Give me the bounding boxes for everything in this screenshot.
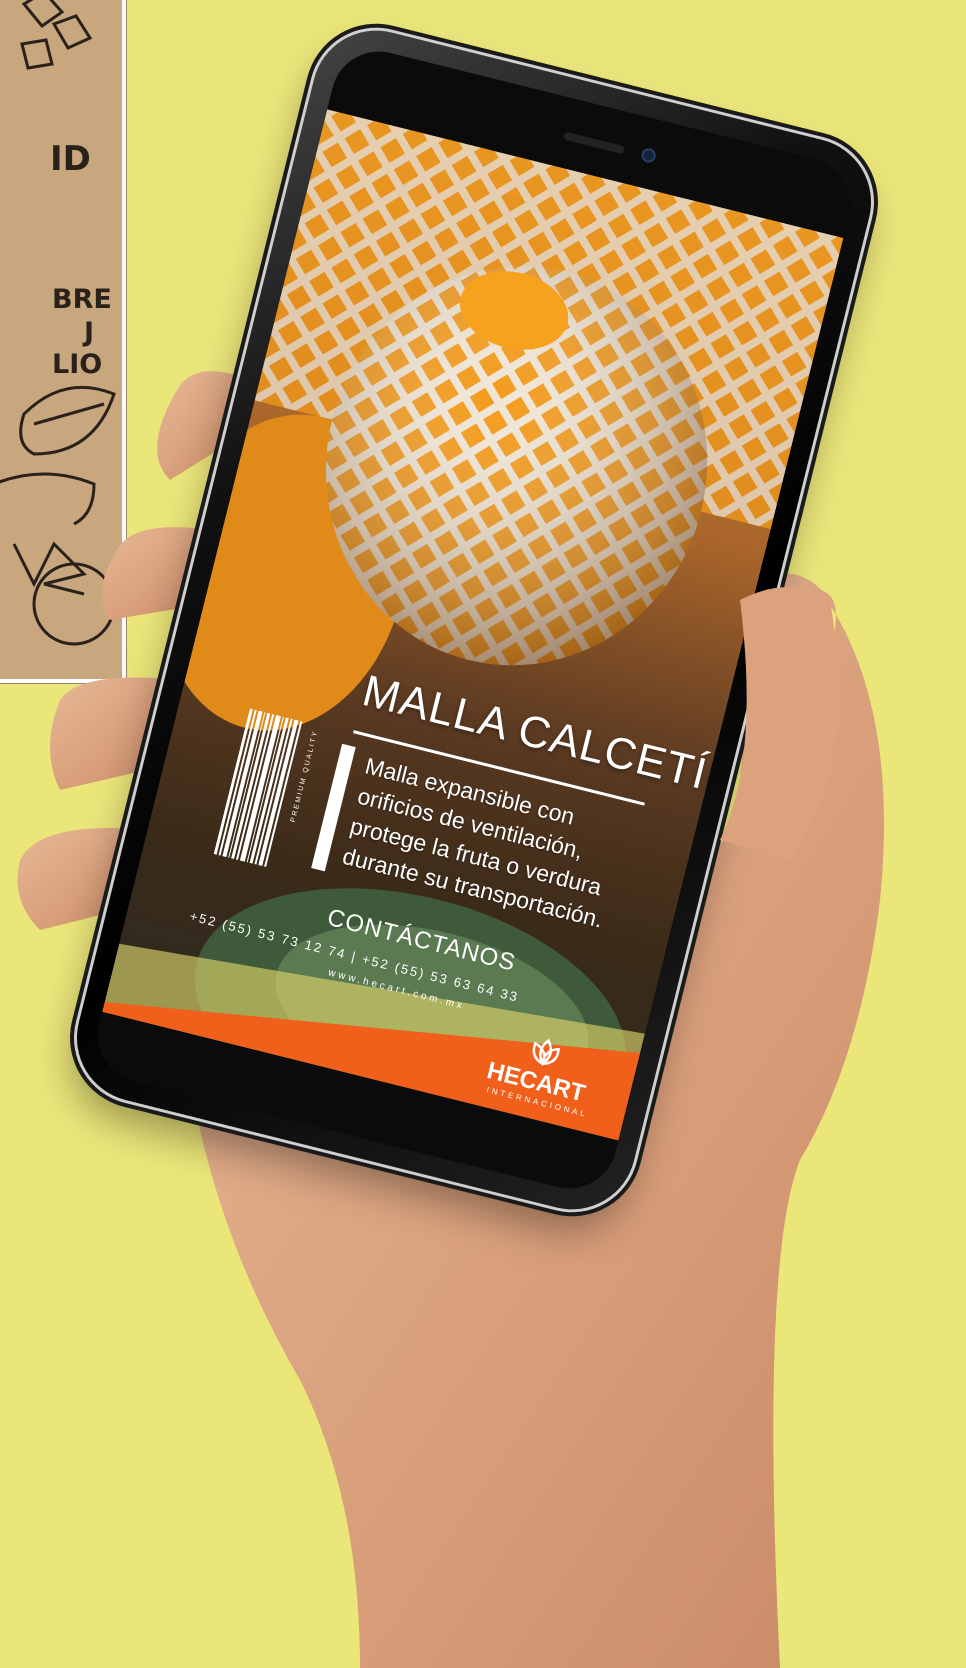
earpiece-speaker xyxy=(562,131,626,155)
front-camera-icon xyxy=(640,146,658,164)
